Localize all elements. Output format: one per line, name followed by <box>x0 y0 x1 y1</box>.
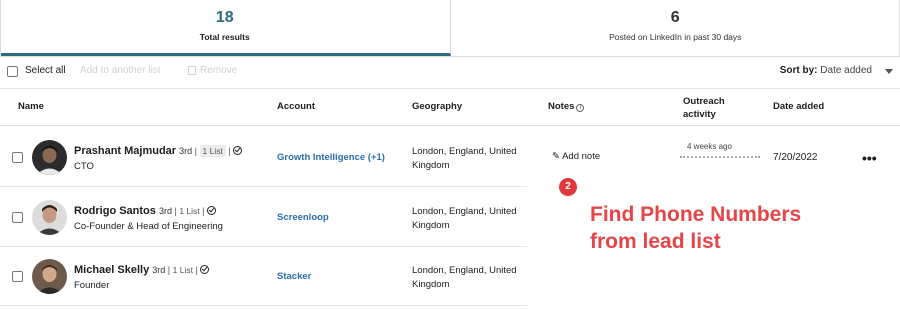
posted-label: Posted on LinkedIn in past 30 days <box>609 32 742 42</box>
check-circle-icon <box>233 146 243 155</box>
lead-name[interactable]: Prashant Majmudar <box>74 145 176 157</box>
geo-line2: Kingdom <box>412 160 450 171</box>
tab-total-results[interactable]: 18 Total results <box>0 0 451 56</box>
separator: | <box>192 146 200 156</box>
annotation-text: Find Phone Numbers from lead list <box>590 201 801 255</box>
separator: | <box>225 146 234 156</box>
geo-line2: Kingdom <box>412 220 450 231</box>
remove-button[interactable]: Remove <box>200 65 237 76</box>
separator: | <box>192 265 201 275</box>
connection-degree: 3rd <box>179 146 193 156</box>
col-outreach-line2: activity <box>683 109 716 120</box>
sort-value: Date added <box>820 65 872 76</box>
separator: | <box>199 206 207 216</box>
table-header: Name Account Geography Notes i Outreach ac… <box>0 88 900 126</box>
caret-down-icon[interactable] <box>885 69 893 74</box>
info-icon[interactable]: i <box>576 104 585 112</box>
col-outreach-line1: Outreach <box>683 96 725 107</box>
separator: | <box>165 265 173 275</box>
row-checkbox[interactable] <box>12 212 23 223</box>
list-badge[interactable]: 1 List <box>173 265 193 275</box>
lead-title: Co-Founder & Head of Engineering <box>74 221 223 232</box>
select-all-label[interactable]: Select all <box>25 65 66 76</box>
check-circle-icon <box>206 206 216 215</box>
geo-line1: London, England, United <box>412 206 517 217</box>
col-notes: Notes i <box>548 101 585 112</box>
add-to-list-button[interactable]: Add to another list <box>80 65 161 76</box>
outreach-detail <box>680 156 760 160</box>
col-geography: Geography <box>412 101 463 112</box>
lead-title: CTO <box>74 161 94 172</box>
outreach-time: 4 weeks ago <box>687 142 732 151</box>
geo-line2: Kingdom <box>412 279 450 290</box>
add-note-label: Add note <box>562 151 601 162</box>
avatar[interactable] <box>32 200 67 235</box>
geography: London, England, United Kingdom <box>412 205 527 233</box>
col-notes-label: Notes <box>548 101 575 112</box>
account-link[interactable]: Screenloop <box>277 212 329 223</box>
total-results-label: Total results <box>199 32 250 42</box>
lead-name[interactable]: Rodrigo Santos <box>74 205 156 217</box>
lead-name[interactable]: Michael Skelly <box>74 264 149 276</box>
list-badge[interactable]: 1 List <box>199 145 226 157</box>
select-all-checkbox[interactable] <box>7 66 18 77</box>
account-link[interactable]: Stacker <box>277 271 311 282</box>
sort-dropdown[interactable]: Sort by: Date added <box>780 65 872 76</box>
lead-name-line: Michael Skelly 3rd | 1 List | <box>74 264 210 276</box>
add-note-button[interactable]: ✎ Add note <box>552 151 600 162</box>
col-name: Name <box>18 101 44 112</box>
col-account: Account <box>277 101 315 112</box>
connection-degree: 3rd <box>152 265 166 275</box>
step-badge: 2 <box>559 178 577 196</box>
more-options-icon[interactable]: ••• <box>862 150 877 166</box>
stats-tabs: 18 Total results 6 Posted on LinkedIn in… <box>0 0 900 57</box>
date-added: 7/20/2022 <box>773 152 818 163</box>
annotation-line2: from lead list <box>590 230 721 253</box>
trash-icon <box>188 66 196 75</box>
annotation-line1: Find Phone Numbers <box>590 203 802 226</box>
row-checkbox[interactable] <box>12 271 23 282</box>
pencil-icon: ✎ <box>552 151 560 162</box>
avatar[interactable] <box>32 140 67 175</box>
lead-title: Founder <box>74 280 110 291</box>
row-checkbox[interactable] <box>12 152 23 163</box>
tab-posted-on-linkedin[interactable]: 6 Posted on LinkedIn in past 30 days <box>451 0 900 56</box>
list-badge[interactable]: 1 List <box>179 206 199 216</box>
geography: London, England, United Kingdom <box>412 264 527 292</box>
check-circle-icon <box>200 265 210 274</box>
geo-line1: London, England, United <box>412 146 517 157</box>
posted-count: 6 <box>670 9 680 26</box>
account-link[interactable]: Growth Intelligence (+1) <box>277 152 385 163</box>
sort-label: Sort by: <box>779 65 818 76</box>
connection-degree: 3rd <box>158 206 172 216</box>
lead-name-line: Prashant Majmudar 3rd | 1 List | <box>74 145 243 157</box>
lead-name-line: Rodrigo Santos 3rd | 1 List | <box>74 205 216 217</box>
total-results-count: 18 <box>215 9 234 26</box>
geography: London, England, United Kingdom <box>412 145 527 173</box>
col-outreach: Outreach activity <box>683 95 725 121</box>
avatar[interactable] <box>32 259 67 294</box>
geo-line1: London, England, United <box>412 265 517 276</box>
col-date-added: Date added <box>773 101 825 112</box>
